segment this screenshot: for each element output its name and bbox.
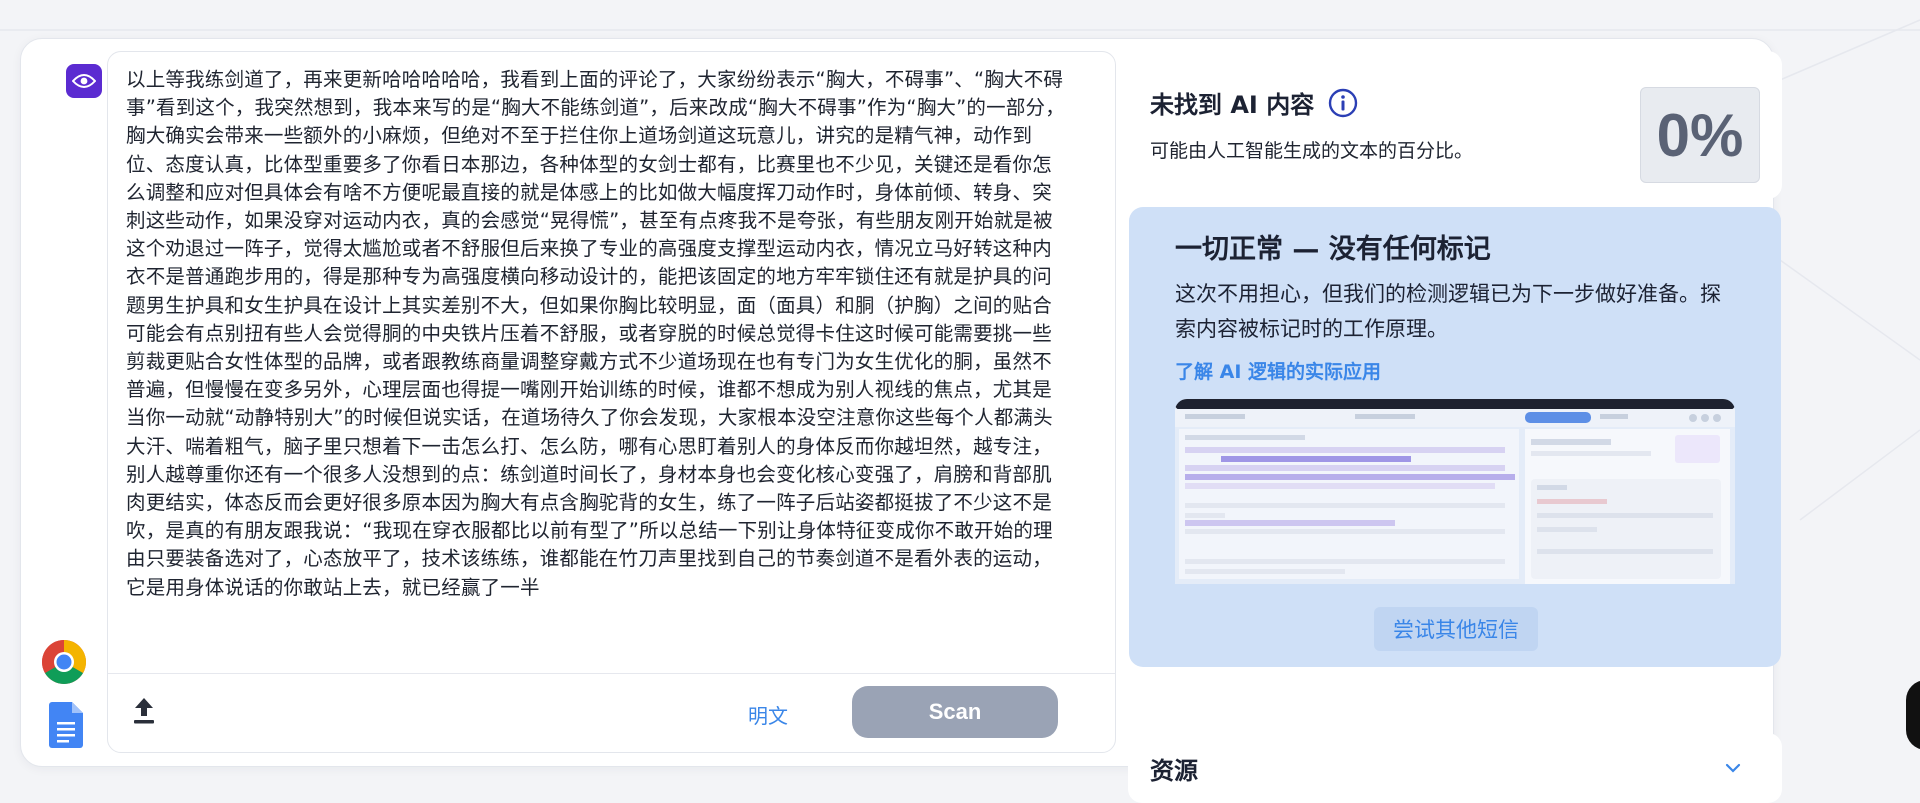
result-title-text: 未找到 AI 内容 [1150,91,1315,119]
resources-title: 资源 [1150,757,1198,785]
main-panel: 以上等我练剑道了，再来更新哈哈哈哈哈，我看到上面的评论了，大家纷纷表示“胸大，不… [20,38,1782,803]
editor-toolbar: 明文 Scan [108,673,1115,752]
chevron-down-icon[interactable] [1724,761,1742,775]
ai-percentage: 0% [1640,87,1760,183]
result-title: 未找到 AI 内容 [1150,85,1358,120]
info-icon[interactable] [1328,88,1358,118]
eye-icon [72,74,96,88]
plain-text-button[interactable]: 明文 [748,700,788,729]
status-title: 一切正常 — 没有任何标记 [1175,234,1491,265]
app-preview-illustration [1175,399,1735,584]
eye-button[interactable] [66,64,102,98]
result-card: 未找到 AI 内容 可能由人工智能生成的文本的百分比。 0% [1128,51,1782,199]
learn-ai-logic-link[interactable]: 了解 AI 逻辑的实际应用 [1175,357,1381,384]
try-another-text-button[interactable]: 尝试其他短信 [1374,607,1538,651]
resources-section[interactable]: 资源 [1128,733,1782,803]
status-description: 这次不用担心，但我们的检测逻辑已为下一步做好准备。探索内容被标记时的工作原理。 [1175,282,1721,341]
status-card: 一切正常 — 没有任何标记 这次不用担心，但我们的检测逻辑已为下一步做好准备。探… [1129,207,1781,667]
scan-button[interactable]: Scan [852,686,1058,738]
input-text[interactable]: 以上等我练剑道了，再来更新哈哈哈哈哈，我看到上面的评论了，大家纷纷表示“胸大，不… [126,66,1071,676]
edge-widget [1906,680,1920,750]
result-subtitle: 可能由人工智能生成的文本的百分比。 [1150,140,1474,162]
chrome-icon[interactable] [41,639,87,685]
google-docs-icon[interactable] [49,702,83,748]
text-editor[interactable]: 以上等我练剑道了，再来更新哈哈哈哈哈，我看到上面的评论了，大家纷纷表示“胸大，不… [107,51,1116,753]
upload-icon[interactable] [130,696,158,726]
